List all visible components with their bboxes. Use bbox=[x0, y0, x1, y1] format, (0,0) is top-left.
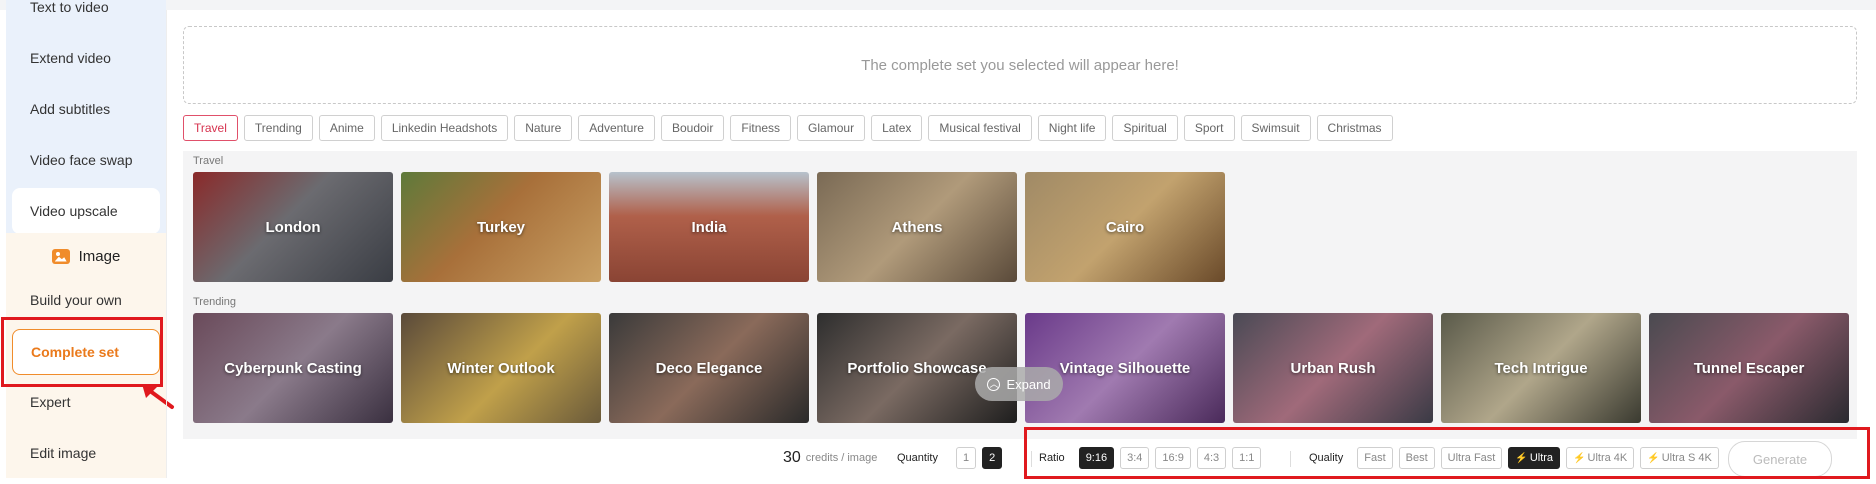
card-winter-outlook[interactable]: Winter Outlook bbox=[401, 313, 601, 423]
card-deco-elegance[interactable]: Deco Elegance bbox=[609, 313, 809, 423]
tab-sport[interactable]: Sport bbox=[1183, 115, 1235, 141]
tab-swimsuit[interactable]: Swimsuit bbox=[1240, 115, 1311, 141]
tab-trending[interactable]: Trending bbox=[243, 115, 313, 141]
credits-info: 30 credits / image bbox=[783, 438, 877, 478]
tab-anime[interactable]: Anime bbox=[318, 115, 375, 141]
highlight-box-options bbox=[1024, 427, 1870, 479]
image-icon bbox=[51, 248, 70, 264]
tab-adventure[interactable]: Adventure bbox=[578, 115, 655, 141]
card-turkey[interactable]: Turkey bbox=[401, 172, 601, 282]
card-cairo[interactable]: Cairo bbox=[1025, 172, 1225, 282]
selected-set-placeholder: The complete set you selected will appea… bbox=[183, 26, 1857, 104]
sidebar-item-edit-image[interactable]: Edit image bbox=[12, 430, 160, 476]
card-london[interactable]: London bbox=[193, 172, 393, 282]
tab-christmas[interactable]: Christmas bbox=[1316, 115, 1393, 141]
credits-unit: credits / image bbox=[805, 452, 878, 464]
tab-linkedin-headshots[interactable]: Linkedin Headshots bbox=[380, 115, 509, 141]
card-india[interactable]: India bbox=[609, 172, 809, 282]
section-label-trending: Trending bbox=[193, 296, 237, 308]
sidebar-item-video-upscale[interactable]: Video upscale bbox=[12, 188, 160, 234]
tab-latex[interactable]: Latex bbox=[871, 115, 923, 141]
section-label-travel: Travel bbox=[193, 155, 224, 167]
tab-nature[interactable]: Nature bbox=[514, 115, 573, 141]
tab-musical-festival[interactable]: Musical festival bbox=[928, 115, 1032, 141]
video-section: Text to video Extend video Add subtitles… bbox=[6, 0, 166, 234]
tab-glamour[interactable]: Glamour bbox=[797, 115, 866, 141]
expand-button[interactable]: ︿ Expand bbox=[975, 367, 1063, 401]
card-cyberpunk-casting[interactable]: Cyberpunk Casting bbox=[193, 313, 393, 423]
card-urban-rush[interactable]: Urban Rush bbox=[1233, 313, 1433, 423]
tab-night-life[interactable]: Night life bbox=[1037, 115, 1107, 141]
tab-fitness[interactable]: Fitness bbox=[730, 115, 792, 141]
quantity-option-1[interactable]: 1 bbox=[955, 447, 977, 469]
sidebar-item-extend-video[interactable]: Extend video bbox=[12, 35, 160, 81]
chevron-up-icon: ︿ bbox=[987, 377, 1001, 391]
card-vintage-silhouette[interactable]: Vintage Silhouette bbox=[1025, 313, 1225, 423]
card-athens[interactable]: Athens bbox=[817, 172, 1017, 282]
tab-boudoir[interactable]: Boudoir bbox=[660, 115, 725, 141]
main-panel: The complete set you selected will appea… bbox=[166, 10, 1869, 478]
tab-spiritual[interactable]: Spiritual bbox=[1112, 115, 1178, 141]
window-top-strip bbox=[0, 0, 1876, 10]
sidebar-item-video-face-swap[interactable]: Video face swap bbox=[12, 137, 160, 183]
quantity-label: Quantity bbox=[897, 452, 938, 464]
card-tech-intrigue[interactable]: Tech Intrigue bbox=[1441, 313, 1641, 423]
highlight-box-complete-set bbox=[1, 317, 163, 387]
credits-value: 30 bbox=[783, 449, 801, 466]
image-section-header: Image bbox=[6, 241, 166, 271]
sidebar-item-text-to-video[interactable]: Text to video bbox=[12, 0, 160, 30]
quantity-group: Quantity 1 2 bbox=[897, 438, 1003, 478]
quantity-option-2[interactable]: 2 bbox=[982, 447, 1003, 469]
card-tunnel-escaper[interactable]: Tunnel Escaper bbox=[1649, 313, 1849, 423]
category-tabs: Travel Trending Anime Linkedin Headshots… bbox=[183, 115, 1393, 141]
sidebar-item-add-subtitles[interactable]: Add subtitles bbox=[12, 86, 160, 132]
tab-travel[interactable]: Travel bbox=[183, 115, 238, 141]
